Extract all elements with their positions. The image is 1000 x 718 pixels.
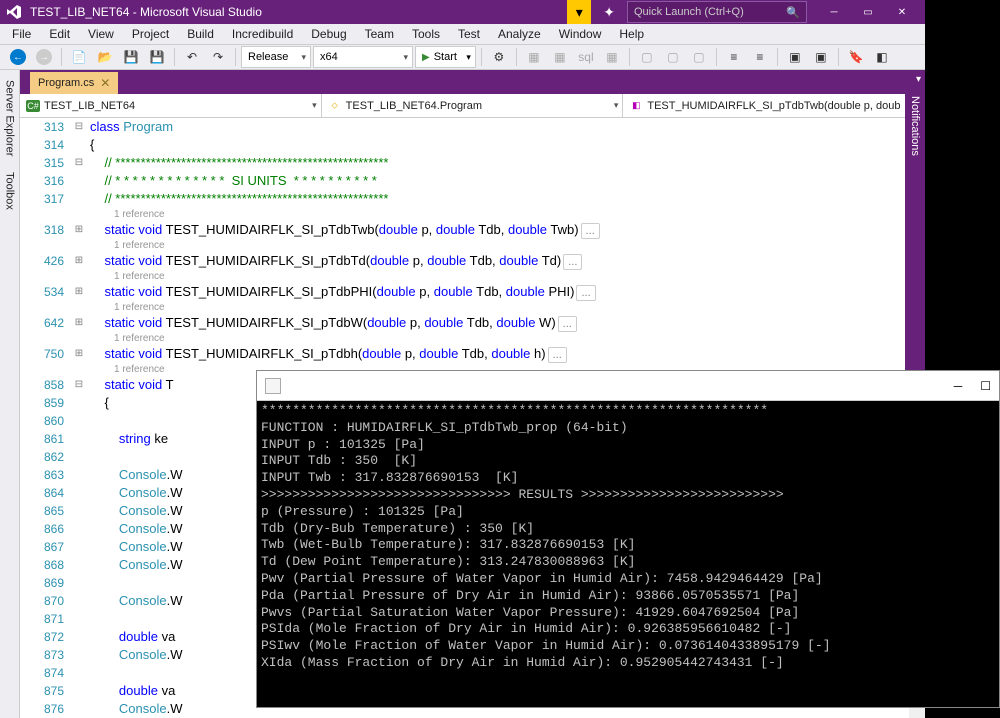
class-icon: ⬦ — [328, 100, 342, 112]
menu-build[interactable]: Build — [179, 24, 222, 44]
save-all-button[interactable]: 💾 — [145, 45, 169, 69]
vs-logo-icon — [6, 4, 22, 20]
notification-flag-icon[interactable]: ▾ — [567, 0, 591, 24]
line-number-gutter: 3133143153163173184265346427508588598608… — [20, 118, 72, 718]
quick-launch-placeholder: Quick Launch (Ctrl+Q) — [634, 6, 744, 18]
tb-outdent-button[interactable]: ≡ — [748, 45, 772, 69]
menu-incredibuild[interactable]: Incredibuild — [224, 24, 301, 44]
console-output[interactable]: ****************************************… — [257, 401, 999, 707]
config-dropdown[interactable]: Release — [241, 46, 311, 68]
nav-forward-button[interactable]: → — [32, 45, 56, 69]
minimize-button[interactable]: ─ — [817, 0, 851, 24]
tb-btn-g4: ▦ — [600, 45, 624, 69]
tb-btn-g7: ▢ — [687, 45, 711, 69]
menu-test[interactable]: Test — [450, 24, 488, 44]
tab-overflow-button[interactable]: ▾ — [916, 74, 921, 85]
menu-debug[interactable]: Debug — [303, 24, 354, 44]
feedback-icon[interactable]: ✦ — [597, 4, 621, 21]
tb-btn-1[interactable]: ⚙ — [487, 45, 511, 69]
tb-btn-g2: ▦ — [548, 45, 572, 69]
start-debug-button[interactable]: ▶Start — [415, 46, 476, 68]
nav-class-dropdown[interactable]: ⬦ TEST_LIB_NET64.Program — [322, 94, 624, 117]
left-sidebar: Server Explorer Toolbox — [0, 70, 20, 718]
tb-btn-g5: ▢ — [635, 45, 659, 69]
console-window: ─ ☐ ************************************… — [256, 370, 1000, 708]
close-button[interactable]: ✕ — [885, 0, 919, 24]
menu-file[interactable]: File — [4, 24, 39, 44]
menu-project[interactable]: Project — [124, 24, 177, 44]
maximize-button[interactable]: ▭ — [851, 0, 885, 24]
nav-back-button[interactable]: ← — [6, 45, 30, 69]
nav-project-dropdown[interactable]: C# TEST_LIB_NET64 — [20, 94, 322, 117]
console-icon — [265, 378, 281, 394]
tb-btn-g1: ▦ — [522, 45, 546, 69]
nav-member-label: TEST_HUMIDAIRFLK_SI_pTdbTwb(double p, do… — [647, 100, 900, 112]
start-label: Start — [434, 51, 457, 63]
navigation-bar: C# TEST_LIB_NET64 ⬦ TEST_LIB_NET64.Progr… — [20, 94, 925, 118]
nav-member-dropdown[interactable]: ◧ TEST_HUMIDAIRFLK_SI_pTdbTwb(double p, … — [623, 94, 925, 117]
save-button[interactable]: 💾 — [119, 45, 143, 69]
undo-button[interactable]: ↶ — [180, 45, 204, 69]
menu-edit[interactable]: Edit — [41, 24, 78, 44]
open-file-button[interactable]: 📂 — [93, 45, 117, 69]
menu-analyze[interactable]: Analyze — [490, 24, 549, 44]
window-title: TEST_LIB_NET64 - Microsoft Visual Studio — [30, 5, 262, 19]
close-icon[interactable]: ✕ — [100, 76, 110, 90]
menu-team[interactable]: Team — [357, 24, 402, 44]
doc-tab-program-cs[interactable]: Program.cs ✕ — [30, 72, 118, 94]
menu-help[interactable]: Help — [611, 24, 652, 44]
console-minimize-button[interactable]: ─ — [954, 379, 963, 393]
console-titlebar[interactable]: ─ ☐ — [257, 371, 999, 401]
tb-btn-g6: ▢ — [661, 45, 685, 69]
tb-comment-button[interactable]: ▣ — [783, 45, 807, 69]
menu-view[interactable]: View — [80, 24, 122, 44]
titlebar: TEST_LIB_NET64 - Microsoft Visual Studio… — [0, 0, 925, 24]
method-icon: ◧ — [629, 100, 643, 112]
notifications-tab[interactable]: Notifications — [907, 90, 923, 162]
console-maximize-button[interactable]: ☐ — [980, 379, 991, 393]
csharp-project-icon: C# — [26, 100, 40, 112]
tb-indent-button[interactable]: ≡ — [722, 45, 746, 69]
nav-class-label: TEST_LIB_NET64.Program — [346, 100, 482, 112]
menubar: File Edit View Project Build Incredibuil… — [0, 24, 925, 45]
tb-bookmark-button[interactable]: 🔖 — [844, 45, 868, 69]
menu-tools[interactable]: Tools — [404, 24, 448, 44]
toolbar: ← → 📄 📂 💾 💾 ↶ ↷ Release x64 ▶Start ⚙ ▦ ▦… — [0, 45, 925, 70]
platform-dropdown[interactable]: x64 — [313, 46, 413, 68]
tb-uncomment-button[interactable]: ▣ — [809, 45, 833, 69]
nav-project-label: TEST_LIB_NET64 — [44, 100, 135, 112]
tb-btn-g3: sql — [574, 45, 598, 69]
fold-column: ⊟⊟⊞⊞⊞⊞⊞⊟ — [72, 118, 86, 718]
menu-window[interactable]: Window — [551, 24, 610, 44]
tb-misc-button[interactable]: ◧ — [870, 45, 894, 69]
redo-button[interactable]: ↷ — [206, 45, 230, 69]
server-explorer-tab[interactable]: Server Explorer — [2, 74, 18, 162]
doc-tab-label: Program.cs — [38, 77, 94, 89]
new-project-button[interactable]: 📄 — [67, 45, 91, 69]
document-tabs: Program.cs ✕ ▾ — [20, 70, 925, 94]
search-icon: 🔍 — [786, 6, 800, 19]
quick-launch-input[interactable]: Quick Launch (Ctrl+Q) 🔍 — [627, 1, 807, 23]
toolbox-tab[interactable]: Toolbox — [2, 166, 18, 216]
